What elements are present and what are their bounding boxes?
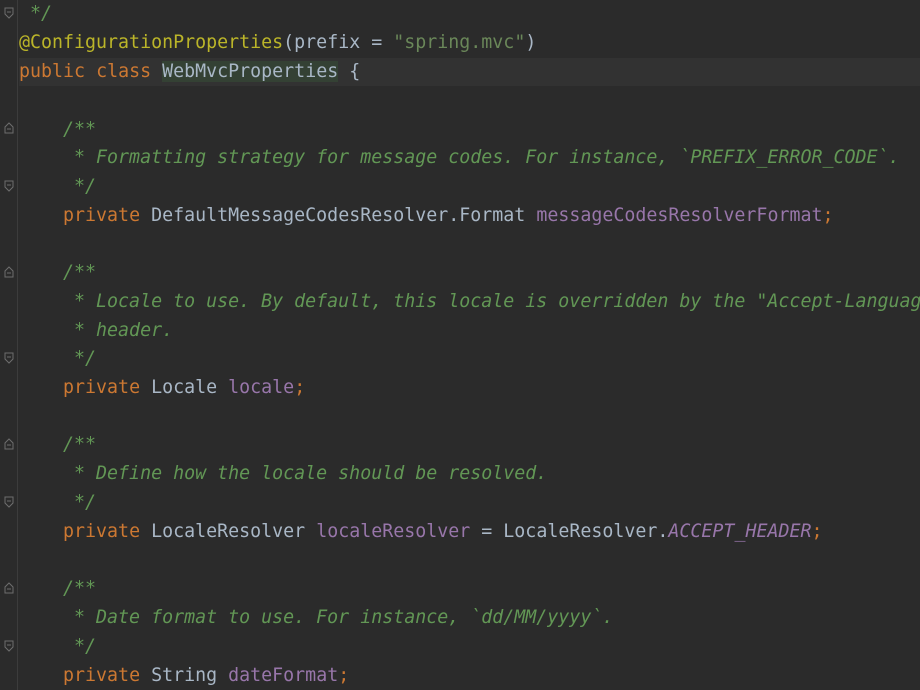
open-brace: { <box>338 61 361 82</box>
static-constant: ACCEPT_HEADER <box>668 521 812 542</box>
code-line[interactable]: */ <box>19 0 920 28</box>
doc-comment-text: * header. <box>19 320 174 341</box>
doc-comment-close: */ <box>19 3 53 24</box>
doc-comment-text: * Date format to use. For instance, `dd/… <box>19 607 614 628</box>
doc-comment-close: */ <box>19 492 97 513</box>
fold-end-icon[interactable] <box>4 7 14 19</box>
annotation: @ConfigurationProperties <box>19 32 284 53</box>
keyword-private: private <box>63 377 141 398</box>
doc-comment-text: * Locale to use. By default, this locale… <box>19 291 920 312</box>
equals: = <box>360 32 394 53</box>
fold-start-icon[interactable] <box>4 122 14 134</box>
fold-start-icon[interactable] <box>4 438 14 450</box>
field-name: localeResolver <box>316 521 471 542</box>
doc-comment-open: /** <box>19 119 97 140</box>
semicolon: ; <box>338 665 350 686</box>
field-name: locale <box>228 377 295 398</box>
keyword-private: private <box>63 665 141 686</box>
field-type: String <box>140 665 229 686</box>
paren-close: ) <box>525 32 537 53</box>
paren-open: ( <box>283 32 295 53</box>
fold-end-icon[interactable] <box>4 352 14 364</box>
fold-end-icon[interactable] <box>4 180 14 192</box>
code-line[interactable]: /** <box>19 116 920 144</box>
param-name: prefix <box>294 32 361 53</box>
code-line[interactable]: */ <box>19 345 920 373</box>
doc-comment-close: */ <box>19 348 97 369</box>
semicolon: ; <box>822 205 834 226</box>
doc-comment-open: /** <box>19 578 97 599</box>
class-name: WebMvcProperties <box>162 61 339 82</box>
doc-comment-open: /** <box>19 262 97 283</box>
string-literal: "spring.mvc" <box>393 32 526 53</box>
code-line[interactable]: /** <box>19 431 920 459</box>
keyword-class: class <box>96 61 152 82</box>
code-line[interactable]: private String dateFormat; <box>19 662 920 690</box>
fold-start-icon[interactable] <box>4 266 14 278</box>
code-line[interactable]: * Formatting strategy for message codes.… <box>19 144 920 172</box>
code-line-current[interactable]: public class WebMvcProperties { <box>19 58 920 86</box>
fold-start-icon[interactable] <box>4 582 14 594</box>
code-line[interactable]: */ <box>19 489 920 517</box>
assignment: = LocaleResolver. <box>470 521 669 542</box>
semicolon: ; <box>811 521 823 542</box>
code-line[interactable]: private DefaultMessageCodesResolver.Form… <box>19 202 920 230</box>
code-line[interactable]: private Locale locale; <box>19 374 920 402</box>
code-line[interactable]: * Date format to use. For instance, `dd/… <box>19 604 920 632</box>
doc-comment-close: */ <box>19 176 97 197</box>
doc-comment-open: /** <box>19 434 97 455</box>
field-name: messageCodesResolverFormat <box>536 205 823 226</box>
doc-comment-text: * Define how the locale should be resolv… <box>19 463 548 484</box>
code-line[interactable]: private LocaleResolver localeResolver = … <box>19 518 920 546</box>
code-line[interactable]: * Define how the locale should be resolv… <box>19 460 920 488</box>
code-line[interactable]: */ <box>19 633 920 661</box>
doc-comment-close: */ <box>19 636 97 657</box>
field-name: dateFormat <box>228 665 339 686</box>
semicolon: ; <box>294 377 306 398</box>
fold-end-icon[interactable] <box>4 640 14 652</box>
fold-end-icon[interactable] <box>4 496 14 508</box>
code-line[interactable]: /** <box>19 575 920 603</box>
field-type: DefaultMessageCodesResolver.Format <box>140 205 537 226</box>
code-line[interactable]: /** <box>19 259 920 287</box>
code-line[interactable]: * header. <box>19 317 920 345</box>
code-line[interactable]: */ <box>19 173 920 201</box>
field-type: Locale <box>140 377 229 398</box>
code-line[interactable]: @ConfigurationProperties(prefix = "sprin… <box>19 29 920 57</box>
keyword-public: public <box>19 61 86 82</box>
gutter-divider <box>17 0 18 690</box>
keyword-private: private <box>63 205 141 226</box>
code-line[interactable]: * Locale to use. By default, this locale… <box>19 288 920 316</box>
keyword-private: private <box>63 521 141 542</box>
field-type: LocaleResolver <box>140 521 317 542</box>
doc-comment-text: * Formatting strategy for message codes.… <box>19 147 900 168</box>
code-editor[interactable]: */ @ConfigurationProperties(prefix = "sp… <box>0 0 920 690</box>
editor-gutter <box>0 0 18 690</box>
